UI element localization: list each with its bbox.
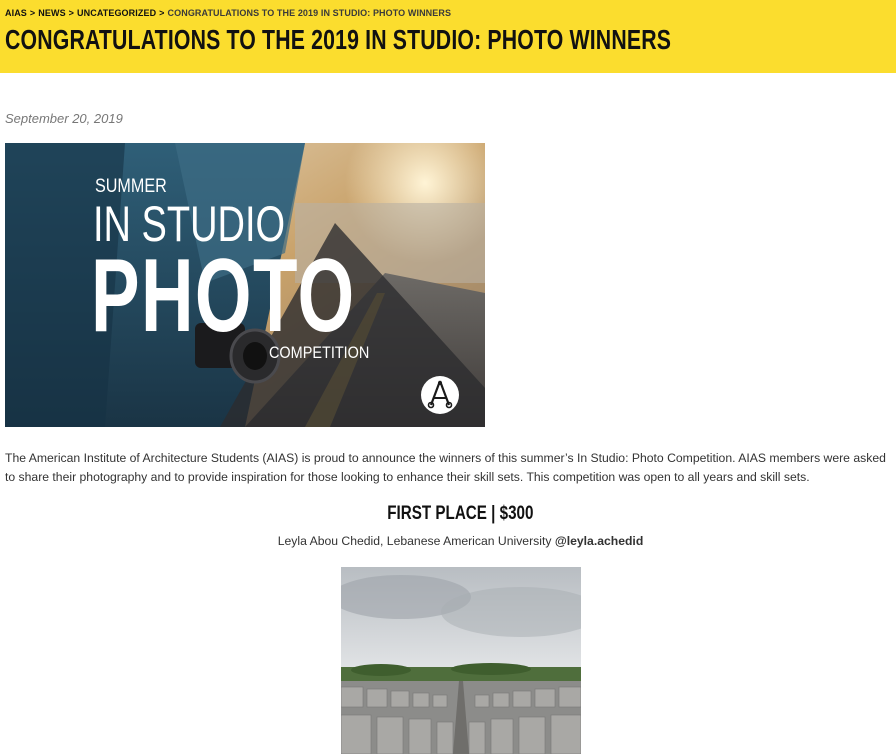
winner-name: Leyla Abou Chedid, Lebanese American Uni…: [277, 534, 552, 548]
first-place-heading: FIRST PLACE | $300: [0, 503, 896, 525]
breadcrumb-separator: >: [29, 8, 36, 18]
breadcrumb-separator: >: [68, 8, 75, 18]
hero-text-photo: PHOTO: [91, 238, 356, 354]
winning-photo[interactable]: [341, 567, 581, 754]
memorial-photo: [341, 567, 581, 754]
article-intro: The American Institute of Architecture S…: [5, 451, 886, 484]
breadcrumb: AIAS > NEWS > UNCATEGORIZED > CONGRATULATIONS …: [5, 8, 451, 18]
page-title: CONGRATULATIONS TO THE 2019 IN STUDIO: P…: [5, 24, 672, 55]
winner-credit: Leyla Abou Chedid, Lebanese American Uni…: [0, 534, 896, 548]
breadcrumb-link-uncategorized[interactable]: UNCATEGORIZED: [77, 8, 156, 18]
breadcrumb-separator: >: [159, 8, 165, 18]
first-place-heading-text: FIRST PLACE | $300: [387, 503, 534, 524]
hero-image: SUMMER IN STUDIO PHOTO COMPETITION: [5, 143, 485, 427]
winner-instagram-link[interactable]: @leyla.achedid: [555, 534, 643, 548]
breadcrumb-current: CONGRATULATIONS TO THE 2019 IN STUDIO: P…: [167, 8, 452, 18]
breadcrumb-link-aias[interactable]: AIAS: [5, 8, 27, 18]
hero-text-competition: COMPETITION: [269, 343, 370, 362]
breadcrumb-link-news[interactable]: NEWS: [38, 8, 65, 18]
aias-logo-icon: [421, 376, 459, 414]
post-date: September 20, 2019: [5, 111, 123, 126]
header-banner: AIAS > NEWS > UNCATEGORIZED > CONGRATULATIONS …: [0, 0, 896, 73]
